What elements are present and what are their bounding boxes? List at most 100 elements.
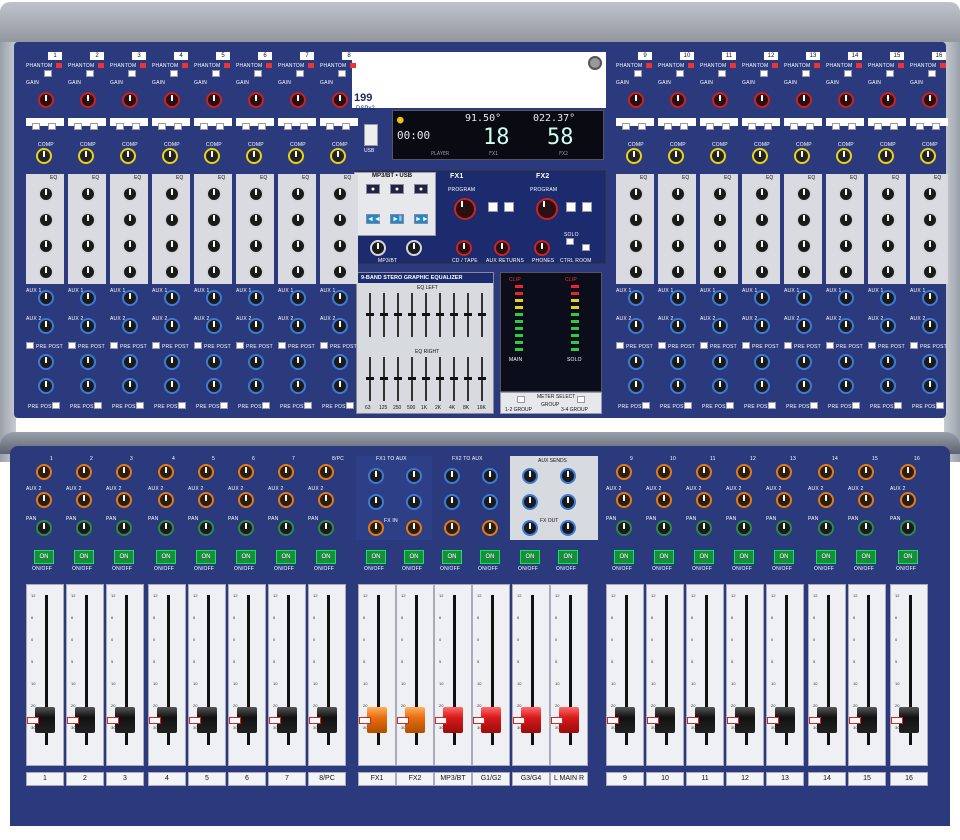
fx-aux-knob-1[interactable]	[406, 468, 422, 484]
aux-send-1-knob[interactable]	[818, 464, 834, 480]
meter-main-button[interactable]	[517, 396, 525, 403]
pre-post-button-a[interactable]	[826, 342, 834, 349]
geq-fader-cap[interactable]	[380, 377, 388, 380]
meter-solo-button[interactable]	[577, 396, 585, 403]
pan-knob[interactable]	[696, 520, 712, 536]
eq-mid-knob[interactable]	[754, 212, 770, 228]
aux-send-2-knob[interactable]	[36, 492, 52, 508]
gain-knob[interactable]	[628, 92, 644, 108]
aux4-knob[interactable]	[38, 378, 54, 394]
aux1-knob[interactable]	[838, 290, 854, 306]
gain-knob[interactable]	[880, 92, 896, 108]
eq-mid-knob[interactable]	[122, 212, 138, 228]
hpf-button[interactable]	[848, 123, 856, 130]
hpf-button[interactable]	[132, 123, 140, 130]
aux2-knob[interactable]	[164, 318, 180, 334]
pre-post-button-a[interactable]	[26, 342, 34, 349]
comp-knob[interactable]	[626, 148, 642, 164]
aux-send-master-knob-1[interactable]	[560, 468, 576, 484]
on-off-button[interactable]: ON	[114, 550, 134, 564]
aux-send-1-knob[interactable]	[278, 464, 294, 480]
aux3-knob[interactable]	[628, 354, 644, 370]
eq-freq-knob[interactable]	[80, 238, 96, 254]
aux3-knob[interactable]	[206, 354, 222, 370]
eq-left-band-fader[interactable]	[408, 293, 416, 337]
comp-knob[interactable]	[836, 148, 852, 164]
aux4-knob[interactable]	[164, 378, 180, 394]
eq-mid-knob[interactable]	[628, 212, 644, 228]
eq-mid-knob[interactable]	[206, 212, 222, 228]
fx-in-knob[interactable]	[406, 520, 422, 536]
geq-fader-cap[interactable]	[422, 377, 430, 380]
aux-send-2-knob[interactable]	[158, 492, 174, 508]
eq-mid-knob[interactable]	[796, 212, 812, 228]
solo-button[interactable]	[687, 716, 699, 724]
eq-left-band-fader[interactable]	[394, 293, 402, 337]
pan-knob[interactable]	[656, 520, 672, 536]
pre-post-button-a[interactable]	[236, 342, 244, 349]
solo-button[interactable]	[189, 716, 201, 724]
fx-aux-knob-2[interactable]	[368, 494, 384, 510]
pre-post-button-a[interactable]	[910, 342, 918, 349]
pre-post-button-a[interactable]	[616, 342, 624, 349]
eq-mid-knob[interactable]	[880, 212, 896, 228]
fx1-program-knob[interactable]	[454, 198, 476, 220]
fx-aux-knob-1[interactable]	[368, 468, 384, 484]
on-off-button[interactable]: ON	[74, 550, 94, 564]
aux4-knob[interactable]	[838, 378, 854, 394]
phantom-button[interactable]	[718, 70, 726, 77]
pre-post-button-a[interactable]	[742, 342, 750, 349]
eq-low-knob[interactable]	[290, 264, 306, 280]
eq-low-knob[interactable]	[206, 264, 222, 280]
pad-button[interactable]	[158, 123, 166, 130]
gain-knob[interactable]	[206, 92, 222, 108]
eq-low-knob[interactable]	[164, 264, 180, 280]
aux4-knob[interactable]	[922, 378, 938, 394]
pad-button[interactable]	[916, 123, 924, 130]
solo-button[interactable]	[566, 238, 574, 245]
aux2-knob[interactable]	[332, 318, 348, 334]
pre-post-button-a[interactable]	[278, 342, 286, 349]
aux-send-1-knob[interactable]	[656, 464, 672, 480]
hpf-button[interactable]	[258, 123, 266, 130]
pre-post-button-a[interactable]	[700, 342, 708, 349]
aux1-knob[interactable]	[670, 290, 686, 306]
aux-send-master-knob-1[interactable]	[522, 468, 538, 484]
fx-aux-knob-2[interactable]	[444, 494, 460, 510]
fx-out-knob[interactable]	[560, 520, 576, 536]
aux2-knob[interactable]	[670, 318, 686, 334]
pad-button[interactable]	[200, 123, 208, 130]
aux2-knob[interactable]	[712, 318, 728, 334]
on-off-button[interactable]: ON	[614, 550, 634, 564]
fx-in-knob[interactable]	[444, 520, 460, 536]
on-off-button[interactable]: ON	[694, 550, 714, 564]
phantom-button[interactable]	[338, 70, 346, 77]
eq-right-band-fader[interactable]	[422, 357, 430, 401]
eq-high-knob[interactable]	[796, 186, 812, 202]
eq-left-band-fader[interactable]	[366, 293, 374, 337]
ctrl-room-button[interactable]	[582, 244, 590, 251]
comp-knob[interactable]	[78, 148, 94, 164]
aux1-knob[interactable]	[122, 290, 138, 306]
pan-knob[interactable]	[776, 520, 792, 536]
solo-button[interactable]	[359, 716, 371, 724]
pad-button[interactable]	[622, 123, 630, 130]
pad-button[interactable]	[116, 123, 124, 130]
phones-knob[interactable]	[534, 240, 550, 256]
geq-fader-cap[interactable]	[450, 377, 458, 380]
geq-fader-cap[interactable]	[408, 377, 416, 380]
eq-freq-knob[interactable]	[248, 238, 264, 254]
fx1-button-a[interactable]	[488, 202, 498, 212]
eq-mid-knob[interactable]	[248, 212, 264, 228]
pan-knob[interactable]	[616, 520, 632, 536]
eq-mid-knob[interactable]	[712, 212, 728, 228]
eq-high-knob[interactable]	[206, 186, 222, 202]
aux1-knob[interactable]	[712, 290, 728, 306]
pan-knob[interactable]	[736, 520, 752, 536]
solo-button[interactable]	[473, 716, 485, 724]
aux-send-1-knob[interactable]	[36, 464, 52, 480]
eq-high-knob[interactable]	[80, 186, 96, 202]
gain-knob[interactable]	[332, 92, 348, 108]
aux2-knob[interactable]	[122, 318, 138, 334]
aux1-knob[interactable]	[80, 290, 96, 306]
